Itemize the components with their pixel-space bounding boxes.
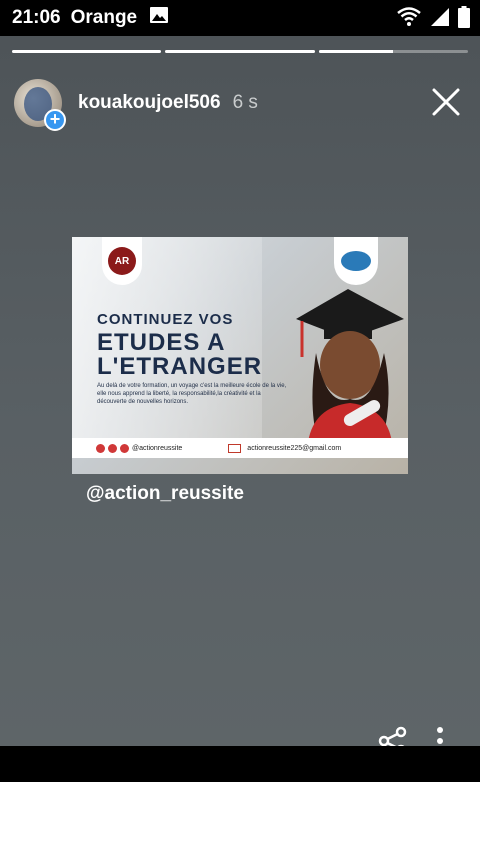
status-bar: 21:06 Orange bbox=[0, 0, 480, 36]
card-body-text: Au delà de votre formation, un voyage c'… bbox=[97, 383, 287, 405]
card-footer: @actionreussite actionreussite225@gmail.… bbox=[72, 438, 408, 458]
progress-segment bbox=[318, 50, 468, 53]
whatsapp-icon bbox=[120, 443, 129, 453]
add-icon[interactable]: + bbox=[44, 109, 66, 131]
bottom-bar bbox=[0, 746, 480, 782]
instagram-icon bbox=[96, 443, 105, 453]
battery-icon bbox=[458, 6, 470, 34]
email-address: actionreussite225@gmail.com bbox=[247, 444, 342, 452]
story-screen: 21:06 Orange + kouakoujoel506 6 s AR CON… bbox=[0, 0, 480, 854]
avatar[interactable]: + bbox=[14, 79, 66, 131]
facebook-icon bbox=[108, 443, 117, 453]
action-reussite-logo: AR bbox=[102, 237, 142, 285]
time-ago: 6 s bbox=[232, 92, 258, 113]
social-handle: @actionreussite bbox=[132, 444, 183, 452]
logo-text: AR bbox=[108, 247, 136, 275]
progress-segment bbox=[165, 50, 315, 53]
progress-segment bbox=[12, 50, 162, 53]
card-title-line1: CONTINUEZ VOS bbox=[97, 311, 234, 328]
card-title-line3: L'ETRANGER bbox=[97, 353, 263, 380]
close-icon bbox=[432, 88, 460, 116]
story-progress bbox=[12, 50, 468, 53]
progress-fill bbox=[318, 50, 394, 53]
close-button[interactable] bbox=[426, 82, 466, 122]
gallery-notification-icon bbox=[149, 6, 169, 30]
signal-icon bbox=[430, 7, 450, 33]
username[interactable]: kouakoujoel506 bbox=[78, 92, 221, 114]
story-header: + kouakoujoel506 6 s bbox=[14, 78, 466, 131]
shared-post-card[interactable]: AR CONTINUEZ VOS ETUDES A L'ETRANGER Au … bbox=[72, 237, 408, 474]
progress-fill bbox=[165, 50, 315, 53]
mention-sticker[interactable]: @action_reussite bbox=[86, 483, 244, 505]
progress-fill bbox=[12, 50, 162, 53]
status-time: 21:06 bbox=[12, 7, 61, 28]
status-carrier: Orange bbox=[70, 7, 138, 28]
story-viewer[interactable]: + kouakoujoel506 6 s AR CONTINUEZ VOS ET… bbox=[0, 36, 480, 756]
wifi-icon bbox=[396, 7, 422, 33]
graduate-photo bbox=[296, 289, 404, 442]
mail-icon bbox=[228, 443, 242, 453]
